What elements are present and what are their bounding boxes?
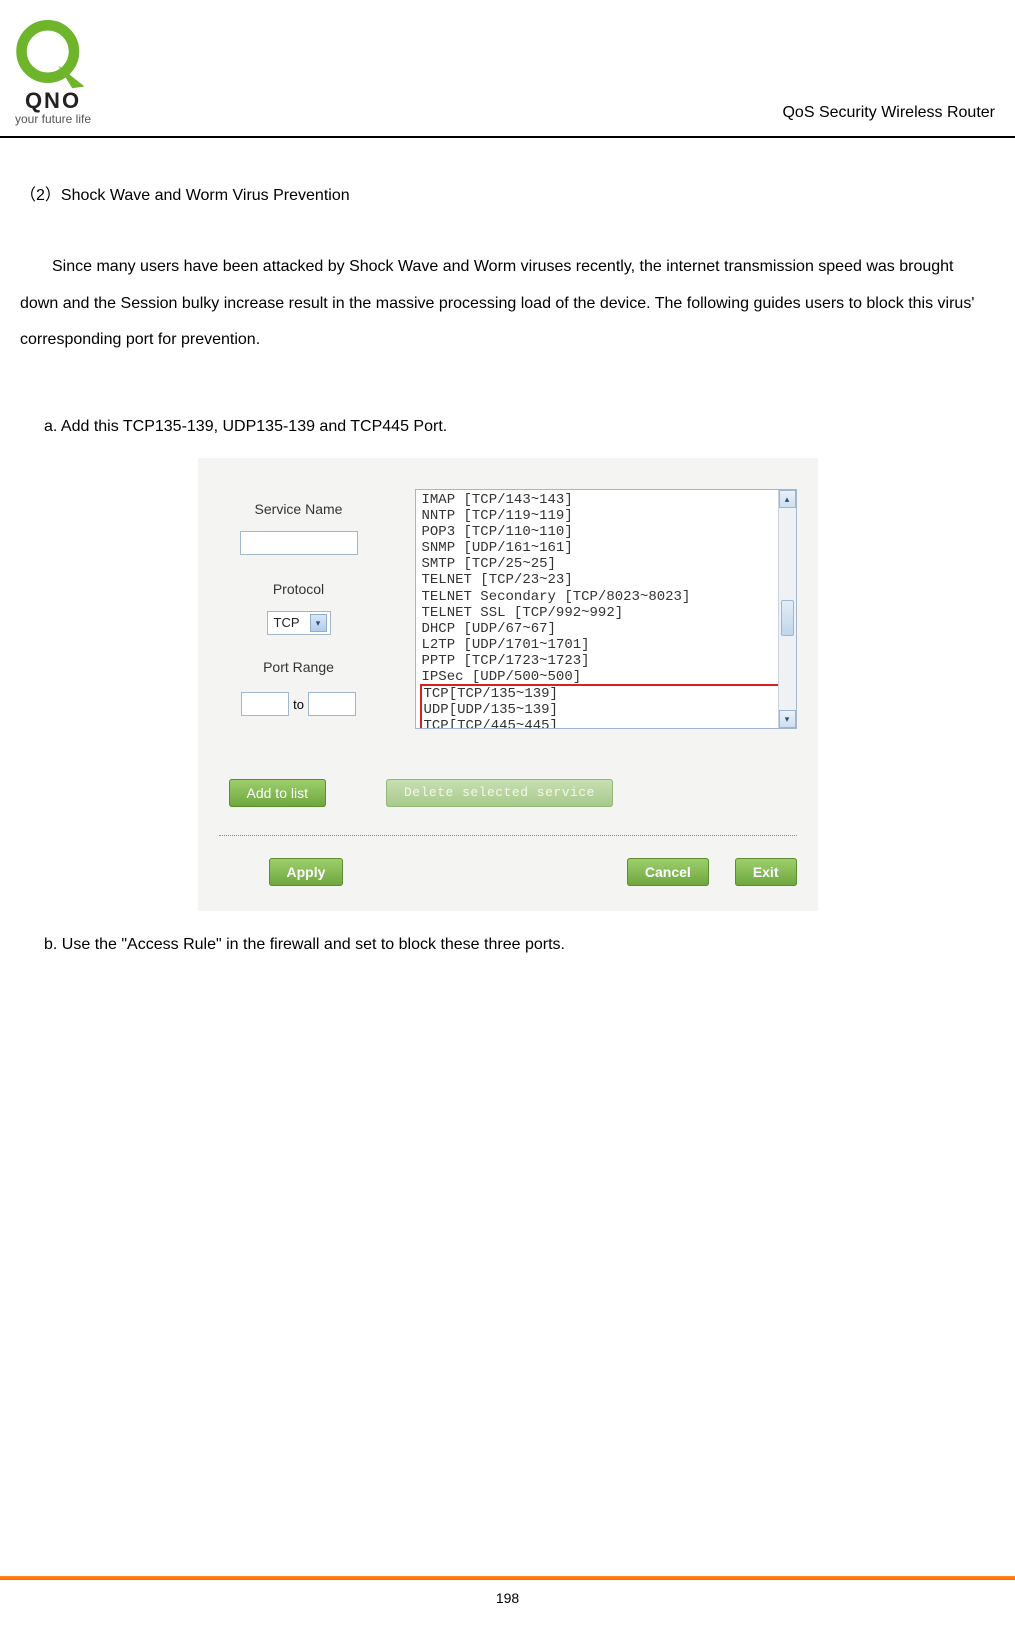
exit-button[interactable]: Exit: [735, 858, 797, 886]
service-name-input[interactable]: [240, 531, 358, 555]
list-item[interactable]: TCP[TCP/135~139]: [424, 686, 788, 702]
list-item[interactable]: TCP[TCP/445~445]: [424, 718, 788, 729]
step-b: b. Use the "Access Rule" in the firewall…: [44, 927, 995, 964]
list-item[interactable]: NNTP [TCP/119~119]: [422, 508, 790, 524]
footer-rule: [0, 1576, 1015, 1580]
page-content: （2）Shock Wave and Worm Virus Prevention …: [0, 138, 1015, 964]
port-from-input[interactable]: [241, 692, 289, 716]
list-item[interactable]: TELNET Secondary [TCP/8023~8023]: [422, 589, 790, 605]
protocol-label: Protocol: [219, 573, 379, 605]
section-paragraph: Since many users have been attacked by S…: [20, 249, 995, 359]
step-a: a. Add this TCP135-139, UDP135-139 and T…: [44, 409, 995, 446]
page-header: QNO your future life QoS Security Wirele…: [0, 0, 1015, 138]
list-item[interactable]: SNMP [UDP/161~161]: [422, 540, 790, 556]
document-title: QoS Security Wireless Router: [782, 104, 995, 126]
service-config-panel: Service Name Protocol TCP ▾ Port Range t…: [198, 458, 818, 911]
delete-selected-button[interactable]: Delete selected service: [386, 779, 613, 807]
separator: [219, 835, 797, 836]
protocol-value: TCP: [274, 608, 300, 638]
scroll-down-icon[interactable]: ▾: [779, 710, 796, 728]
page-footer: 198: [0, 1576, 1015, 1606]
to-text: to: [293, 690, 304, 720]
highlighted-selection: TCP[TCP/135~139] UDP[UDP/135~139] TCP[TC…: [420, 684, 792, 729]
list-item[interactable]: IPSec [UDP/500~500]: [422, 669, 790, 685]
list-item[interactable]: POP3 [TCP/110~110]: [422, 524, 790, 540]
list-item[interactable]: PPTP [TCP/1723~1723]: [422, 653, 790, 669]
list-scrollbar[interactable]: ▴ ▾: [778, 490, 796, 728]
list-item[interactable]: TELNET [TCP/23~23]: [422, 572, 790, 588]
scroll-thumb[interactable]: [781, 600, 794, 636]
brand-tagline: your future life: [15, 112, 91, 126]
chevron-down-icon: ▾: [310, 614, 327, 632]
service-list-panel[interactable]: IMAP [TCP/143~143] NNTP [TCP/119~119] PO…: [415, 489, 797, 729]
brand-name: QNO: [25, 88, 81, 114]
protocol-select[interactable]: TCP ▾: [267, 611, 331, 635]
list-item[interactable]: TELNET SSL [TCP/992~992]: [422, 605, 790, 621]
qno-logo-icon: [8, 20, 98, 90]
scroll-up-icon[interactable]: ▴: [779, 490, 796, 508]
list-item[interactable]: L2TP [UDP/1701~1701]: [422, 637, 790, 653]
cancel-button[interactable]: Cancel: [627, 858, 709, 886]
logo-block: QNO your future life: [8, 20, 98, 126]
list-item[interactable]: IMAP [TCP/143~143]: [422, 492, 790, 508]
page-number: 198: [0, 1590, 1015, 1606]
screenshot-container: Service Name Protocol TCP ▾ Port Range t…: [20, 458, 995, 911]
port-to-input[interactable]: [308, 692, 356, 716]
apply-button[interactable]: Apply: [269, 858, 344, 886]
form-left-column: Service Name Protocol TCP ▾ Port Range t…: [219, 489, 379, 729]
section-title: （2）Shock Wave and Worm Virus Prevention: [20, 178, 995, 215]
list-item[interactable]: DHCP [UDP/67~67]: [422, 621, 790, 637]
port-range-label: Port Range: [219, 651, 379, 683]
add-to-list-button[interactable]: Add to list: [229, 779, 326, 807]
service-list: IMAP [TCP/143~143] NNTP [TCP/119~119] PO…: [416, 490, 796, 729]
service-name-label: Service Name: [219, 493, 379, 525]
list-item[interactable]: SMTP [TCP/25~25]: [422, 556, 790, 572]
list-item[interactable]: UDP[UDP/135~139]: [424, 702, 788, 718]
